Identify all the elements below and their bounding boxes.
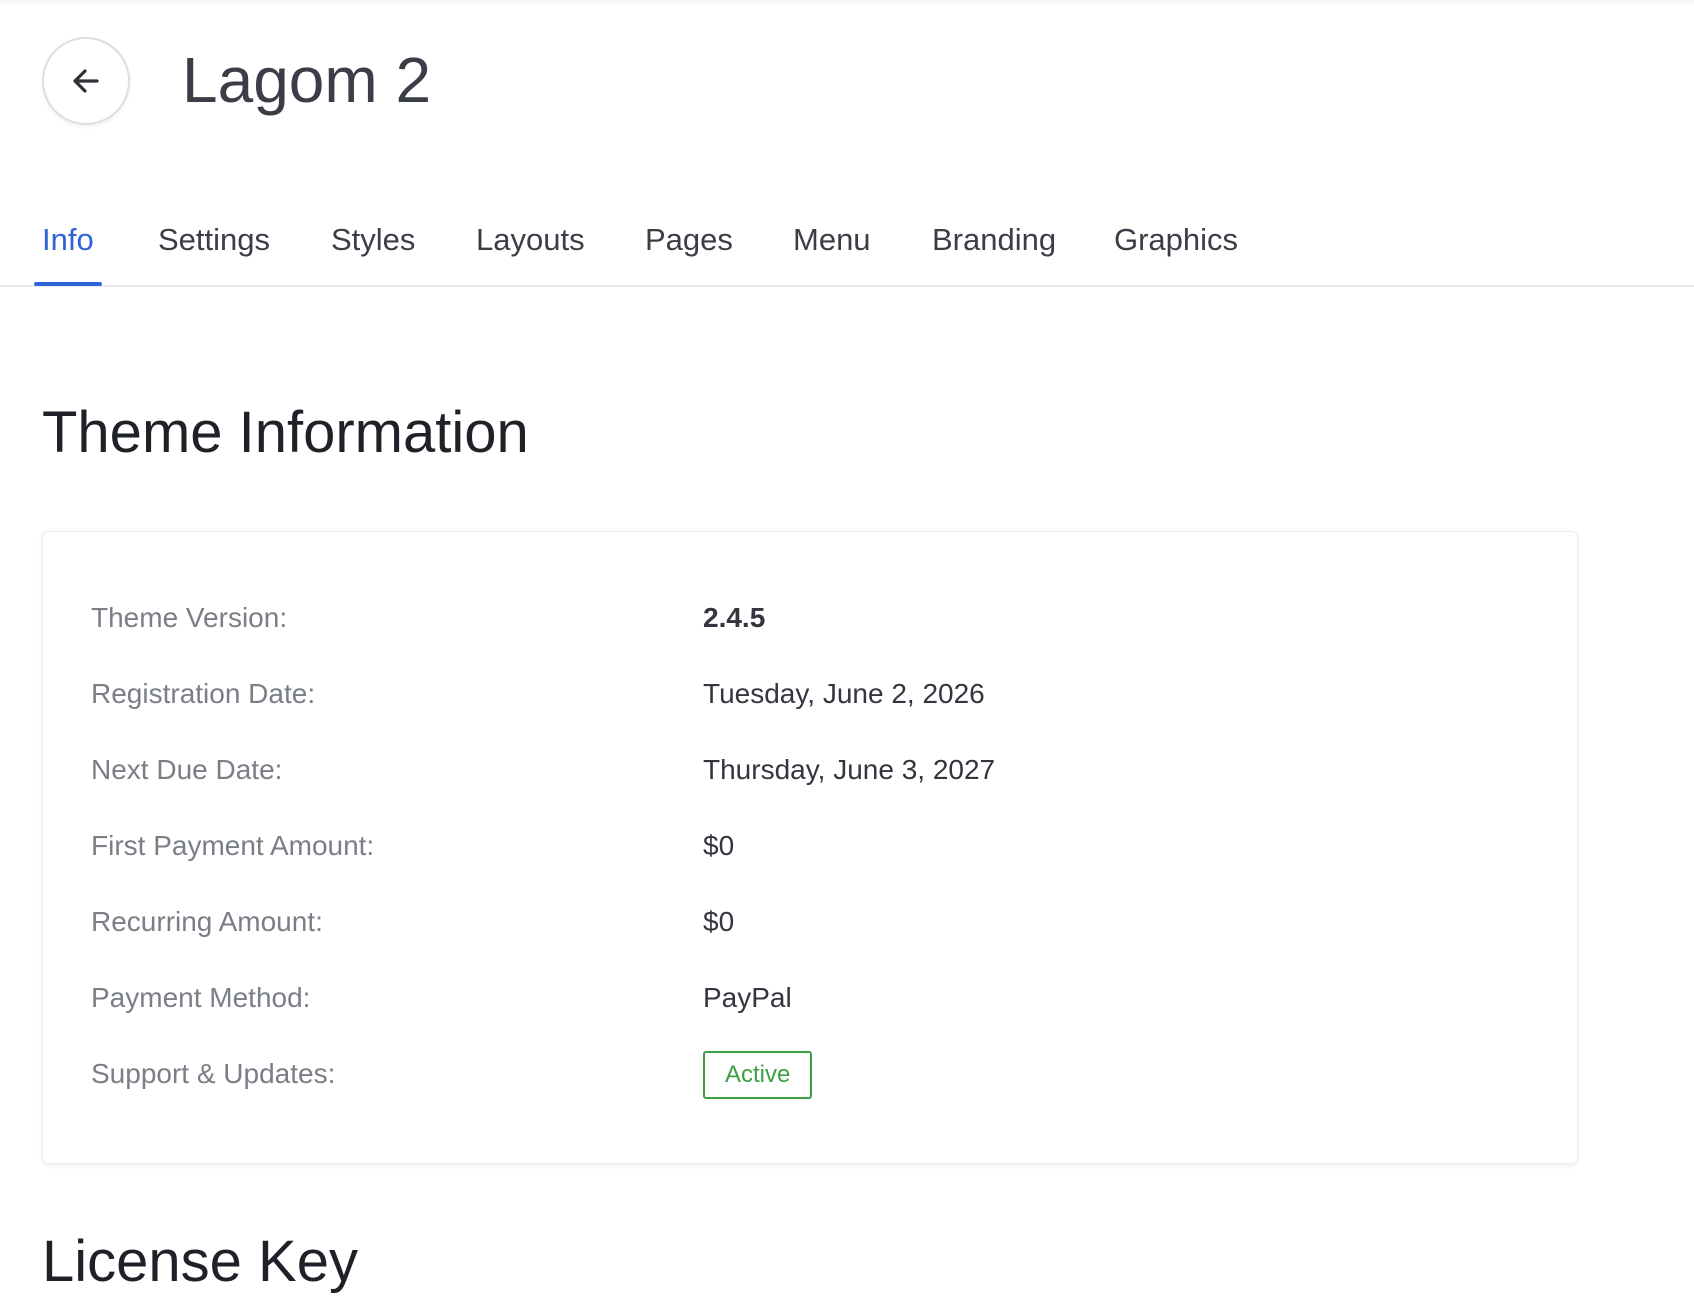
- info-label: First Payment Amount:: [91, 830, 375, 861]
- info-label: Next Due Date:: [91, 754, 283, 785]
- info-value: 2.4.5: [703, 602, 766, 633]
- info-row-theme-version: Theme Version: 2.4.5: [91, 598, 1531, 638]
- info-value: Tuesday, June 2, 2026: [703, 678, 985, 709]
- info-row-registration-date: Registration Date: Tuesday, June 2, 2026: [91, 674, 1531, 714]
- arrow-left-icon: [66, 61, 106, 101]
- info-row-support-updates: Support & Updates: Active: [91, 1051, 1531, 1099]
- info-row-payment-method: Payment Method: PayPal: [91, 978, 1531, 1018]
- info-value: Thursday, June 3, 2027: [703, 754, 996, 785]
- info-row-first-payment-amount: First Payment Amount: $0: [91, 826, 1531, 866]
- info-label: Payment Method:: [91, 982, 311, 1013]
- info-label: Registration Date:: [91, 678, 316, 709]
- tab-pages[interactable]: Pages: [645, 220, 733, 260]
- page-title: Lagom 2: [182, 44, 432, 116]
- tab-layouts[interactable]: Layouts: [476, 220, 585, 260]
- tab-branding[interactable]: Branding: [932, 220, 1056, 260]
- theme-information-heading: Theme Information: [42, 400, 529, 465]
- info-label: Support & Updates:: [91, 1058, 336, 1089]
- info-value: PayPal: [703, 982, 792, 1013]
- active-tab-indicator: [34, 282, 102, 286]
- info-value: $0: [703, 830, 735, 861]
- info-label: Theme Version:: [91, 602, 288, 633]
- tab-bar: Info Settings Styles Layouts Pages Menu …: [0, 200, 1694, 287]
- license-key-heading: License Key: [42, 1229, 358, 1294]
- theme-info-card: Theme Version: 2.4.5 Registration Date: …: [42, 531, 1578, 1164]
- status-badge: Active: [703, 1051, 813, 1099]
- info-value: $0: [703, 906, 735, 937]
- back-button[interactable]: [42, 37, 130, 125]
- info-row-recurring-amount: Recurring Amount: $0: [91, 902, 1531, 942]
- tab-info[interactable]: Info: [42, 220, 94, 260]
- info-label: Recurring Amount:: [91, 906, 323, 937]
- tab-graphics[interactable]: Graphics: [1114, 220, 1238, 260]
- top-shadow-bar: [0, 0, 1694, 6]
- info-row-next-due-date: Next Due Date: Thursday, June 3, 2027: [91, 750, 1531, 790]
- tab-menu[interactable]: Menu: [793, 220, 871, 260]
- tab-settings[interactable]: Settings: [158, 220, 270, 260]
- tab-styles[interactable]: Styles: [331, 220, 415, 260]
